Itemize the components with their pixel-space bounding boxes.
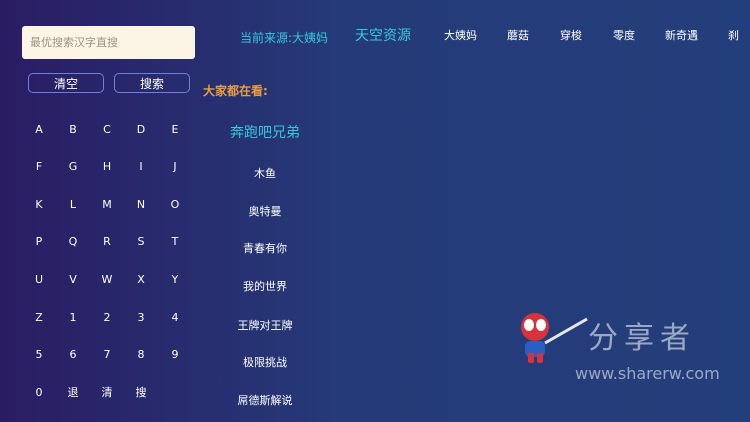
key-0[interactable]: 0 — [22, 381, 56, 403]
key-W[interactable]: W — [90, 268, 124, 290]
key-D[interactable]: D — [124, 118, 158, 140]
key-8[interactable]: 8 — [124, 344, 158, 366]
watermark-text: 分享者 — [588, 321, 696, 356]
hot-list-item[interactable]: 我的世界 — [210, 278, 320, 294]
key-R[interactable]: R — [90, 231, 124, 253]
hot-list-item[interactable]: 极限挑战 — [210, 354, 320, 370]
spider-icon — [521, 313, 588, 363]
hot-list-item[interactable]: 奥特曼 — [210, 203, 320, 219]
key-F[interactable]: F — [22, 156, 56, 178]
tab-6[interactable]: 刹 — [728, 27, 739, 43]
key-2[interactable]: 2 — [90, 306, 124, 328]
tab-3[interactable]: 穿梭 — [560, 27, 582, 43]
key-N[interactable]: N — [124, 193, 158, 215]
key-B[interactable]: B — [56, 118, 90, 140]
key-V[interactable]: V — [56, 268, 90, 290]
key-G[interactable]: G — [56, 156, 90, 178]
tab-1[interactable]: 大姨妈 — [444, 27, 477, 43]
current-source-label: 当前来源:大姨妈 — [240, 31, 329, 45]
clear-button[interactable]: 清空 — [28, 73, 104, 93]
key-M[interactable]: M — [90, 193, 124, 215]
tab-0[interactable]: 天空资源 — [355, 25, 411, 45]
key-7[interactable]: 7 — [90, 344, 124, 366]
key-4[interactable]: 4 — [158, 306, 192, 328]
key-Z[interactable]: Z — [22, 306, 56, 328]
key-A[interactable]: A — [22, 118, 56, 140]
key-O[interactable]: O — [158, 193, 192, 215]
key-C[interactable]: C — [90, 118, 124, 140]
key-5[interactable]: 5 — [22, 344, 56, 366]
watermark-url: www.sharerw.com — [575, 364, 720, 383]
search-button[interactable]: 搜索 — [114, 73, 190, 93]
key-I[interactable]: I — [124, 156, 158, 178]
key-清[interactable]: 清 — [90, 381, 124, 403]
key-K[interactable]: K — [22, 193, 56, 215]
search-box[interactable] — [22, 26, 195, 59]
key-搜[interactable]: 搜 — [124, 381, 158, 403]
key-J[interactable]: J — [158, 156, 192, 178]
key-L[interactable]: L — [56, 193, 90, 215]
key-X[interactable]: X — [124, 268, 158, 290]
hot-list-title: 大家都在看: — [203, 84, 268, 98]
key-6[interactable]: 6 — [56, 344, 90, 366]
search-input[interactable] — [28, 35, 189, 50]
key-退[interactable]: 退 — [56, 381, 90, 403]
key-1[interactable]: 1 — [56, 306, 90, 328]
key-S[interactable]: S — [124, 231, 158, 253]
tab-4[interactable]: 零度 — [613, 27, 635, 43]
key-E[interactable]: E — [158, 118, 192, 140]
key-H[interactable]: H — [90, 156, 124, 178]
hot-list-item[interactable]: 奔跑吧兄弟 — [210, 122, 320, 142]
hot-list-item[interactable]: 王牌对王牌 — [210, 317, 320, 333]
key-U[interactable]: U — [22, 268, 56, 290]
key-Y[interactable]: Y — [158, 268, 192, 290]
hot-list-item[interactable]: 木鱼 — [210, 165, 320, 181]
key-P[interactable]: P — [22, 231, 56, 253]
tab-5[interactable]: 新奇遇 — [665, 27, 698, 43]
hot-list-item[interactable]: 青春有你 — [210, 240, 320, 256]
key-3[interactable]: 3 — [124, 306, 158, 328]
key-Q[interactable]: Q — [56, 231, 90, 253]
key-T[interactable]: T — [158, 231, 192, 253]
key-9[interactable]: 9 — [158, 344, 192, 366]
tab-2[interactable]: 蘑菇 — [507, 27, 529, 43]
hot-list-item[interactable]: 屌德斯解说 — [210, 392, 320, 408]
